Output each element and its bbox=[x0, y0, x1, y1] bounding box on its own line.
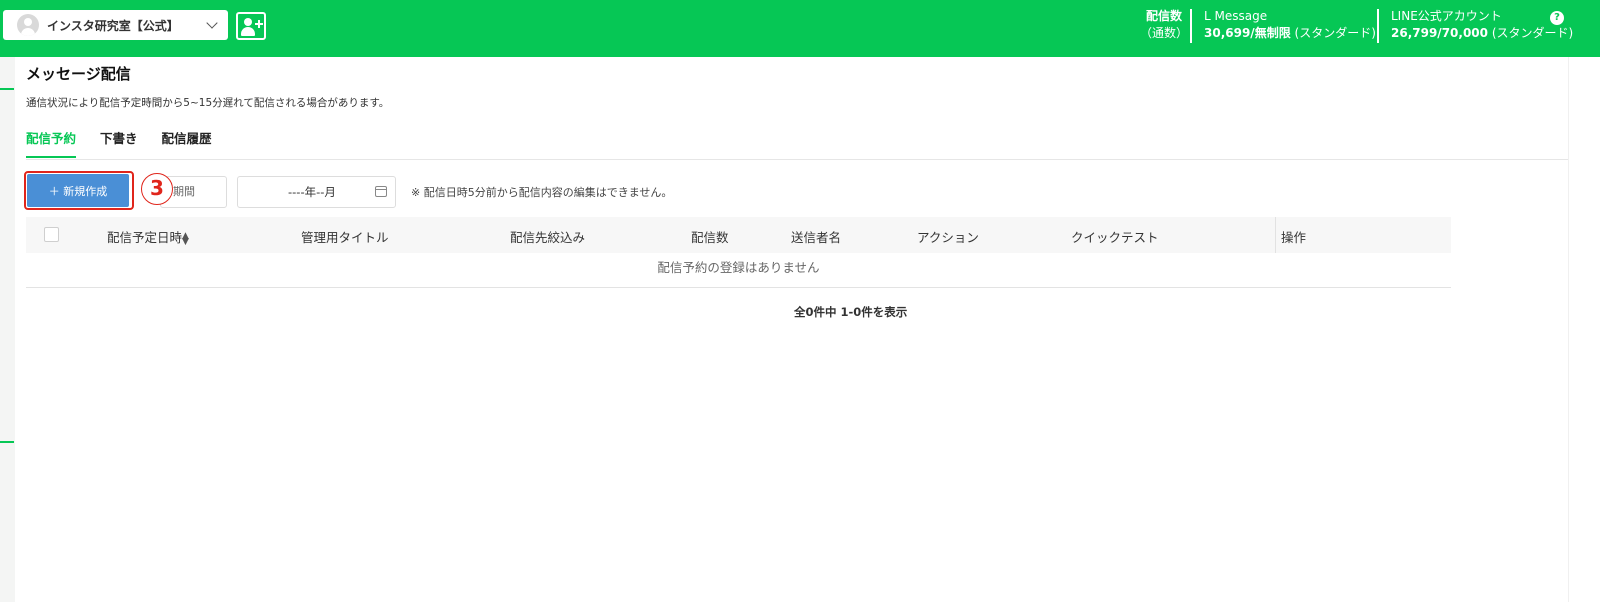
top-bar: インスタ研究室【公式】 配信数 （通数） L Message 30,699/無制… bbox=[0, 0, 1600, 57]
select-all-checkbox[interactable] bbox=[44, 227, 59, 242]
column-header-scheduled-date[interactable]: 配信予定日時▲ ▼ bbox=[107, 227, 189, 246]
scrollbar[interactable] bbox=[1568, 57, 1600, 602]
delay-notice: 通信状況により配信予定時間から5~15分遅れて配信される場合があります。 bbox=[26, 97, 390, 109]
add-friend-button[interactable] bbox=[236, 12, 266, 40]
tab-bar: 配信予約 下書き 配信履歴 bbox=[26, 128, 236, 158]
tab-drafts[interactable]: 下書き bbox=[100, 128, 138, 158]
pagination-summary: 全0件中 1-0件を表示 bbox=[794, 305, 908, 319]
account-select[interactable]: インスタ研究室【公式】 bbox=[3, 10, 228, 40]
chevron-down-icon bbox=[206, 17, 218, 29]
column-header-filter: 配信先絞込み bbox=[510, 230, 586, 245]
column-header-quick-test: クイックテスト bbox=[1071, 230, 1159, 245]
edit-restriction-note: ※ 配信日時5分前から配信内容の編集はできません。 bbox=[411, 186, 673, 199]
sort-icon[interactable]: ▲ ▼ bbox=[182, 231, 189, 246]
lmessage-value: 30,699/無制限 bbox=[1204, 26, 1291, 40]
left-rail bbox=[0, 57, 15, 602]
help-icon[interactable]: ? bbox=[1550, 11, 1564, 25]
column-header-title: 管理用タイトル bbox=[301, 230, 389, 245]
new-message-button[interactable]: ＋ 新規作成 bbox=[27, 174, 129, 207]
lmessage-stat: L Message 30,699/無制限 (スタンダード) bbox=[1204, 8, 1376, 42]
column-header-sender: 送信者名 bbox=[791, 230, 842, 245]
line-account-stat: LINE公式アカウント 26,799/70,000 (スタンダード) bbox=[1391, 8, 1573, 42]
step-number-marker: 3 bbox=[141, 173, 173, 205]
table-header: 配信予定日時▲ ▼ 管理用タイトル 配信先絞込み 配信数 送信者名 アクション ク… bbox=[26, 217, 1451, 253]
stat-divider bbox=[1377, 9, 1379, 43]
month-input[interactable]: ----年--月 bbox=[237, 176, 396, 208]
delivery-count-unit: （通数） bbox=[1140, 26, 1189, 40]
column-label: 配信予定日時 bbox=[107, 230, 183, 245]
user-plus-icon bbox=[244, 18, 252, 26]
delivery-count-stat: 配信数 （通数） bbox=[1140, 8, 1188, 42]
lmessage-label: L Message bbox=[1204, 9, 1268, 23]
column-header-action: アクション bbox=[917, 230, 979, 245]
line-account-plan: (スタンダード) bbox=[1491, 26, 1574, 40]
rail-marker bbox=[0, 441, 14, 443]
month-placeholder: ----年--月 bbox=[288, 185, 336, 199]
account-name: インスタ研究室【公式】 bbox=[47, 18, 179, 33]
line-account-value: 26,799/70,000 bbox=[1391, 26, 1488, 40]
line-account-label: LINE公式アカウント bbox=[1391, 9, 1502, 23]
tab-scheduled[interactable]: 配信予約 bbox=[26, 128, 77, 158]
column-header-count: 配信数 bbox=[691, 230, 729, 245]
column-header-operations: 操作 bbox=[1281, 230, 1307, 245]
avatar-icon bbox=[17, 14, 39, 36]
delivery-count-label: 配信数 bbox=[1146, 9, 1183, 23]
column-divider bbox=[1275, 217, 1276, 253]
calendar-icon[interactable] bbox=[375, 186, 387, 197]
tab-history[interactable]: 配信履歴 bbox=[162, 128, 212, 158]
rail-marker bbox=[0, 88, 14, 90]
lmessage-plan: (スタンダード) bbox=[1294, 26, 1376, 40]
page-title: メッセージ配信 bbox=[26, 65, 131, 83]
table-empty-row: 配信予約の登録はありません bbox=[26, 253, 1451, 288]
tab-divider bbox=[26, 159, 1600, 160]
stat-divider bbox=[1190, 9, 1192, 43]
